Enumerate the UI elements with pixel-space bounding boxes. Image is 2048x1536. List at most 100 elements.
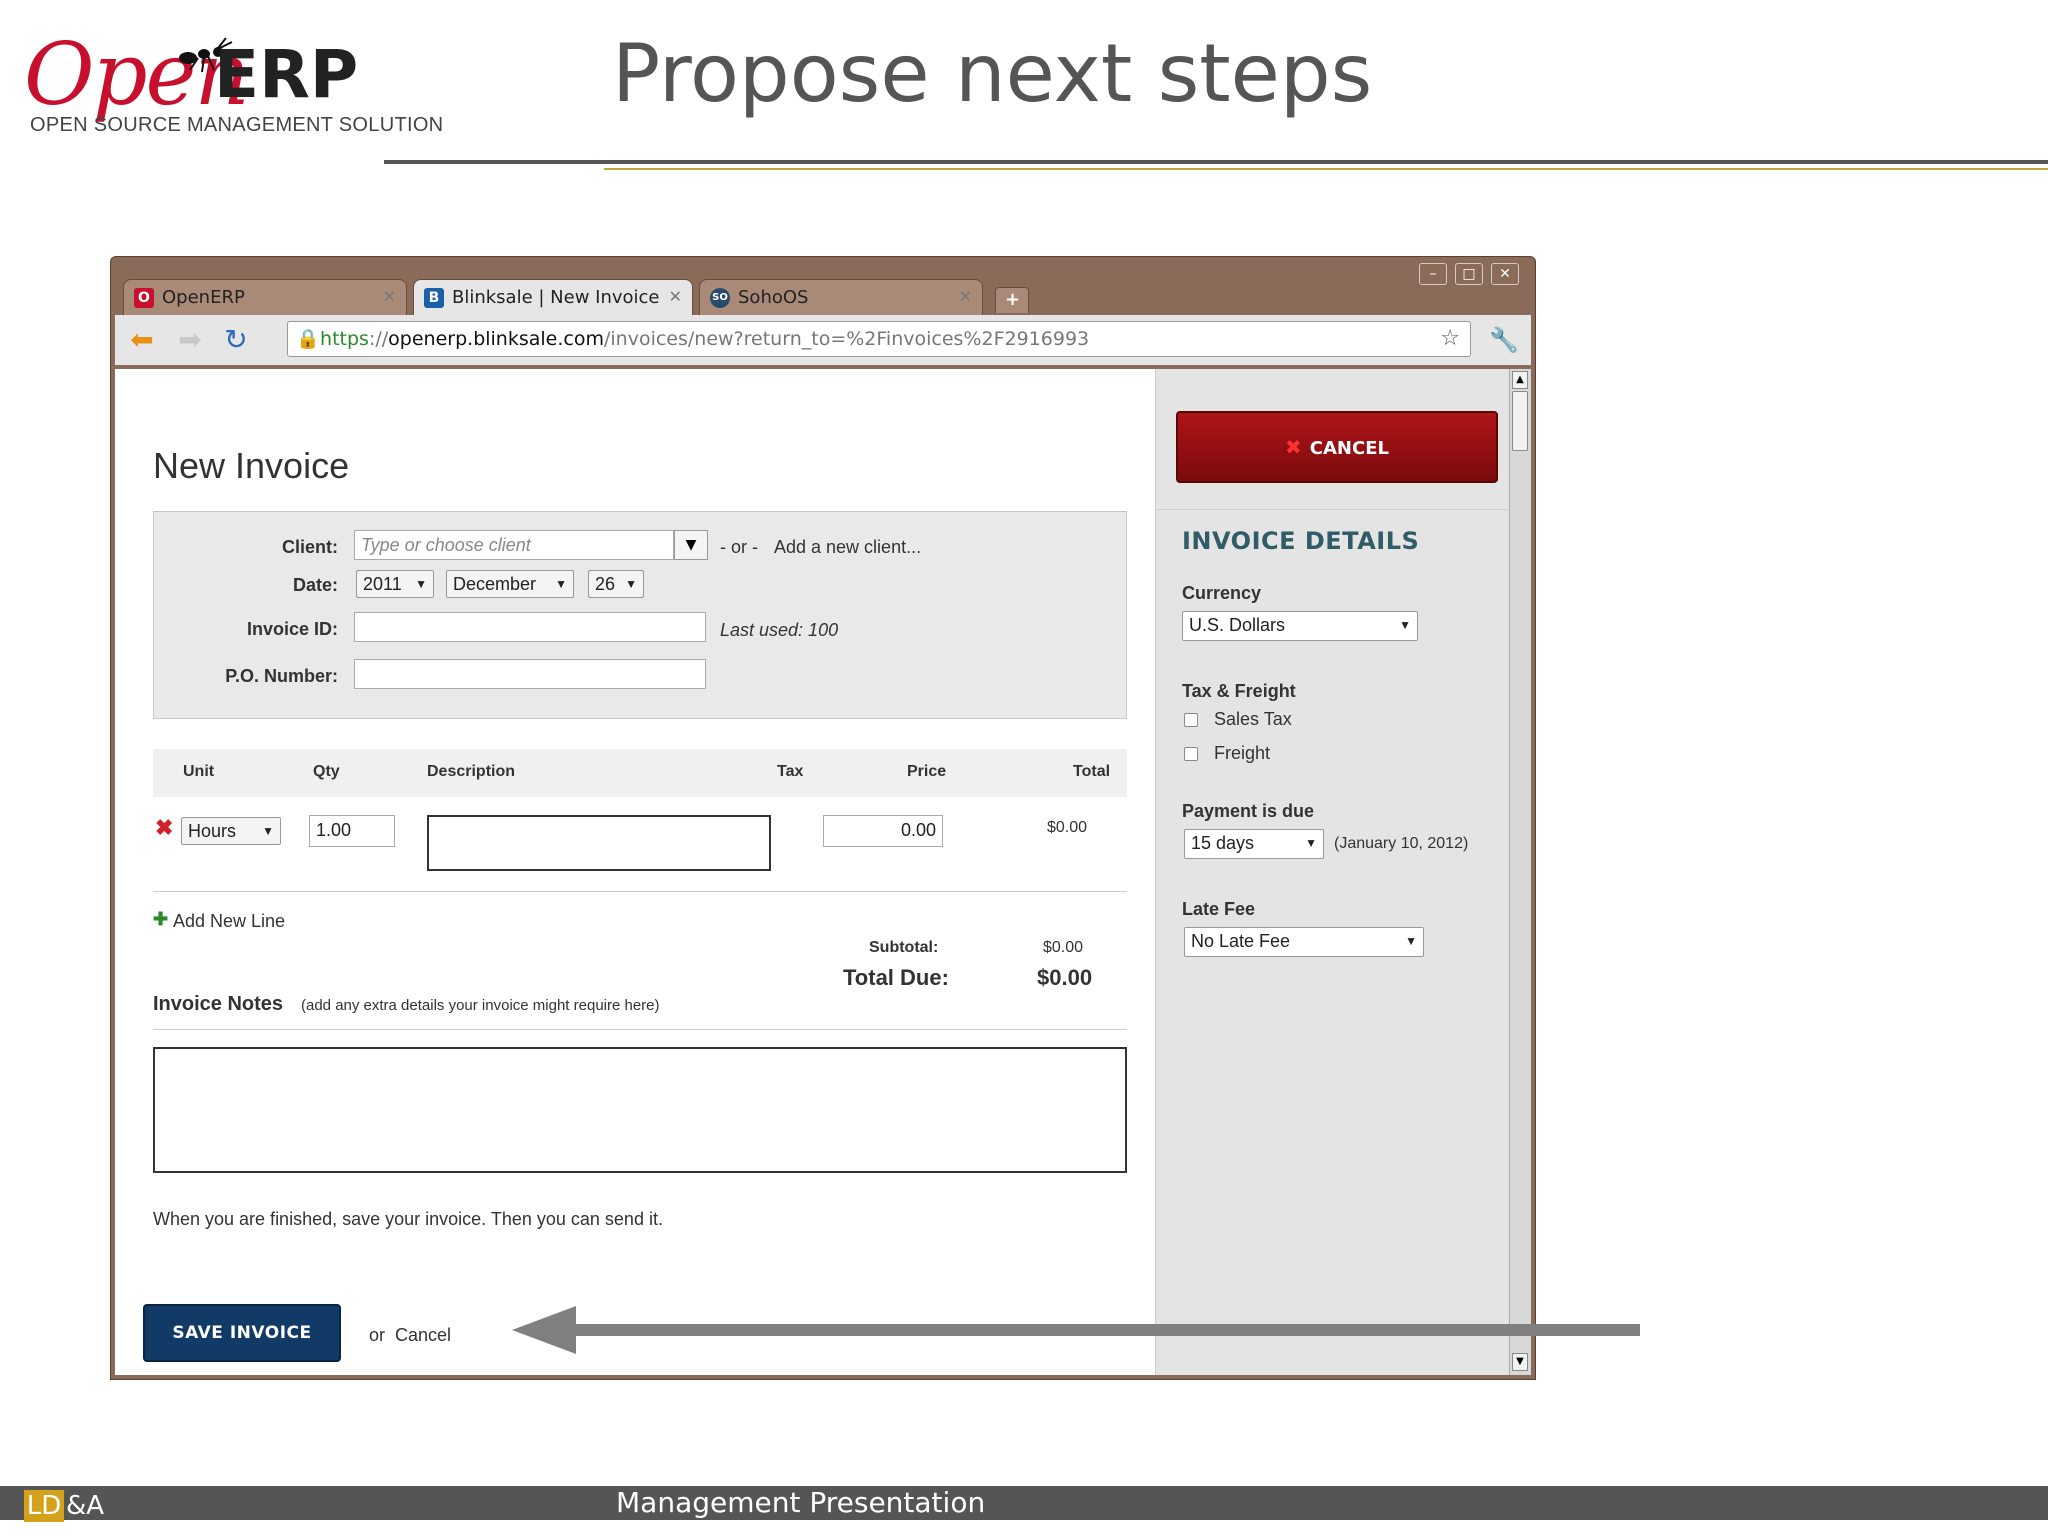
- sales-tax-label: Sales Tax: [1214, 709, 1292, 729]
- url-separator: ://: [368, 328, 389, 350]
- tax-freight-label: Tax & Freight: [1182, 681, 1296, 701]
- caret-down-icon: ▼: [685, 537, 697, 553]
- invoice-details-heading: INVOICE DETAILS: [1182, 527, 1420, 555]
- close-tab-icon[interactable]: ✕: [669, 287, 682, 306]
- sohoos-icon: SO: [710, 288, 730, 308]
- tab-blinksale[interactable]: B Blinksale | New Invoice ✕: [413, 279, 693, 315]
- invoice-form: New Invoice Client: Type or choose clien…: [125, 369, 1155, 1375]
- month-value: December: [453, 574, 537, 594]
- slide-title: Propose next steps: [612, 27, 1373, 120]
- unit-select[interactable]: Hours ▼: [181, 817, 281, 845]
- caret-down-icon: ▼: [1305, 836, 1317, 850]
- url-host: openerp.blinksale.com: [388, 328, 604, 350]
- url-scheme: https: [320, 328, 369, 350]
- freight-label: Freight: [1214, 743, 1271, 763]
- year-select[interactable]: 2011 ▼: [356, 570, 434, 598]
- payment-due-label: Payment is due: [1182, 801, 1315, 821]
- freight-checkbox[interactable]: [1184, 747, 1198, 761]
- invoice-notes-hint: (add any extra details your invoice migh…: [301, 997, 660, 1014]
- line-items-header: Unit Qty Description Tax Price Total: [153, 749, 1127, 797]
- client-input[interactable]: Type or choose client: [354, 530, 674, 560]
- caret-down-icon: ▼: [1405, 934, 1417, 948]
- close-icon: ✖: [1285, 435, 1302, 459]
- col-unit: Unit: [183, 763, 215, 780]
- col-qty: Qty: [313, 763, 340, 780]
- url-path: /invoices/new?return_to=%2Finvoices%2F29…: [603, 328, 1090, 350]
- maximize-button[interactable]: □: [1455, 263, 1483, 285]
- late-fee-label: Late Fee: [1182, 899, 1256, 919]
- payment-terms-select[interactable]: 15 days ▼: [1184, 829, 1324, 859]
- description-textarea[interactable]: [427, 815, 771, 871]
- invoice-id-input[interactable]: [354, 612, 706, 642]
- scroll-up-icon[interactable]: ▲: [1512, 371, 1528, 389]
- save-invoice-button[interactable]: SAVE INVOICE: [143, 1304, 341, 1362]
- late-fee-select[interactable]: No Late Fee ▼: [1184, 927, 1424, 957]
- caret-down-icon: ▼: [415, 577, 427, 591]
- star-icon[interactable]: ☆: [1440, 322, 1460, 356]
- new-tab-button[interactable]: +: [995, 287, 1029, 313]
- invoice-header-box: Client: Type or choose client ▼ - or - A…: [153, 511, 1127, 719]
- invoice-details-panel: ✖ CANCEL INVOICE DETAILS Currency U.S. Do…: [1155, 369, 1509, 1375]
- caret-down-icon: ▼: [1399, 618, 1411, 632]
- browser-window: – □ ✕ O OpenERP ✕ B Blinksale | New Invo…: [110, 256, 1536, 1380]
- wrench-icon[interactable]: 🔧: [1487, 323, 1521, 357]
- browser-toolbar: ⬅ ➡ ↻ 🔒 https://openerp.blinksale.com/in…: [115, 315, 1531, 365]
- footer-title: Management Presentation: [616, 1486, 986, 1519]
- day-select[interactable]: 26 ▼: [588, 570, 644, 598]
- openerp-icon: O: [134, 288, 154, 308]
- invoice-paper: New Invoice Client: Type or choose clien…: [125, 419, 1155, 1375]
- vertical-scrollbar[interactable]: ▲ ▼: [1509, 369, 1531, 1375]
- qty-input[interactable]: 1.00: [309, 815, 395, 847]
- po-number-input[interactable]: [354, 659, 706, 689]
- client-label: Client:: [282, 537, 338, 557]
- currency-value: U.S. Dollars: [1189, 615, 1286, 635]
- close-tab-icon[interactable]: ✕: [959, 287, 972, 306]
- invoice-notes-label: Invoice Notes: [153, 993, 284, 1015]
- finish-instructions: When you are finished, save your invoice…: [153, 1209, 663, 1229]
- blinksale-icon: B: [424, 288, 444, 308]
- invoice-heading: New Invoice: [153, 445, 350, 486]
- remove-line-icon[interactable]: ✖: [155, 815, 173, 841]
- total-due-value: $0.00: [1037, 965, 1093, 990]
- col-total: Total: [1073, 763, 1111, 780]
- close-tab-icon[interactable]: ✕: [383, 287, 396, 306]
- invoice-notes-textarea[interactable]: [153, 1047, 1127, 1173]
- logo-erp-text: ERP: [214, 36, 359, 113]
- tab-sohoos[interactable]: SO SohoOS ✕: [699, 279, 983, 315]
- line-total: $0.00: [1047, 819, 1088, 836]
- title-rule-gold: [604, 168, 2048, 170]
- forward-arrow-icon[interactable]: ➡: [173, 323, 207, 357]
- invoice-id-label: Invoice ID:: [246, 619, 338, 639]
- minimize-button[interactable]: –: [1419, 263, 1447, 285]
- currency-select[interactable]: U.S. Dollars ▼: [1182, 611, 1418, 641]
- add-client-link[interactable]: Add a new client...: [774, 537, 921, 558]
- reload-icon[interactable]: ↻: [219, 323, 253, 357]
- scroll-thumb[interactable]: [1512, 391, 1528, 451]
- back-arrow-icon[interactable]: ⬅: [125, 323, 159, 357]
- tab-openerp[interactable]: O OpenERP ✕: [123, 279, 407, 315]
- currency-label: Currency: [1182, 583, 1262, 603]
- price-input[interactable]: 0.00: [823, 815, 943, 847]
- col-description: Description: [427, 763, 516, 780]
- cancel-button-label: CANCEL: [1309, 438, 1389, 459]
- payment-due-date: (January 10, 2012): [1334, 835, 1469, 852]
- cancel-button[interactable]: ✖ CANCEL: [1176, 411, 1498, 483]
- footer-ld-badge: LD: [24, 1490, 64, 1522]
- total-due-label: Total Due:: [843, 965, 949, 990]
- close-window-button[interactable]: ✕: [1491, 263, 1519, 285]
- last-used-hint: Last used: 100: [720, 620, 839, 640]
- client-dropdown-button[interactable]: ▼: [674, 530, 708, 560]
- scroll-down-icon[interactable]: ▼: [1512, 1353, 1528, 1371]
- add-new-line-link[interactable]: Add New Line: [173, 911, 285, 932]
- cancel-link[interactable]: Cancel: [395, 1325, 451, 1346]
- plus-icon: ✚: [153, 909, 169, 929]
- sales-tax-checkbox[interactable]: [1184, 713, 1198, 727]
- tab-label: OpenERP: [162, 287, 245, 308]
- address-bar[interactable]: 🔒 https://openerp.blinksale.com/invoices…: [287, 321, 1471, 357]
- tab-label: Blinksale | New Invoice: [452, 287, 660, 308]
- date-label: Date:: [292, 575, 338, 595]
- unit-value: Hours: [188, 821, 237, 841]
- month-select[interactable]: December ▼: [446, 570, 574, 598]
- or-label: or: [369, 1325, 386, 1345]
- subtotal-value: $0.00: [1043, 939, 1084, 956]
